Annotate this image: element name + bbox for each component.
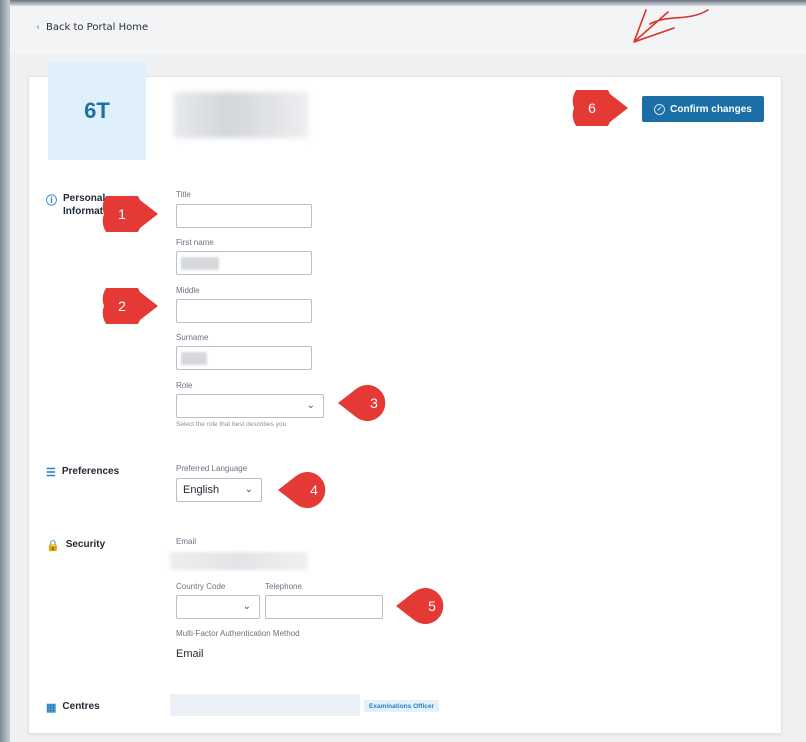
- annotation-marker-6: 6: [570, 90, 630, 126]
- annotation-number: 1: [118, 206, 126, 222]
- chevron-down-icon: ⌄: [306, 400, 315, 411]
- country-code-label: Country Code: [176, 582, 226, 591]
- chevron-left-icon: ‹: [36, 22, 40, 33]
- building-icon: ▦: [46, 702, 57, 714]
- back-to-portal-link[interactable]: ‹ Back to Portal Home: [36, 22, 148, 33]
- country-code-select[interactable]: ⌄: [176, 595, 260, 619]
- middle-label: Middle: [176, 286, 200, 295]
- preferred-language-label: Preferred Language: [176, 464, 248, 473]
- surname-input[interactable]: [176, 346, 312, 370]
- surname-label: Surname: [176, 333, 209, 342]
- profile-card: [28, 76, 782, 734]
- title-input[interactable]: [176, 204, 312, 228]
- window-frame-left: [0, 0, 10, 742]
- section-centres: ▦ Centres: [46, 701, 100, 714]
- back-link-label: Back to Portal Home: [46, 22, 149, 33]
- role-select[interactable]: ⌄: [176, 394, 324, 418]
- telephone-label: Telephone: [265, 582, 302, 591]
- chevron-down-icon: ⌄: [242, 601, 251, 612]
- confirm-changes-button[interactable]: ✓ Confirm changes: [642, 96, 764, 122]
- first-name-label: First name: [176, 238, 214, 247]
- profile-name-redacted: [174, 92, 308, 138]
- centre-name-redacted: [170, 694, 360, 716]
- role-hint: Select the role that best describes you: [176, 421, 287, 428]
- email-redacted: [170, 552, 308, 570]
- section-security-label: Security: [65, 539, 106, 550]
- annotation-marker-4: 4: [276, 472, 336, 508]
- section-centres-label: Centres: [62, 701, 100, 712]
- title-label: Title: [176, 190, 191, 199]
- annotation-marker-1: 1: [100, 196, 160, 232]
- section-security: 🔒 Security: [46, 539, 105, 552]
- mfa-label: Multi-Factor Authentication Method: [176, 629, 300, 638]
- annotation-number: 3: [370, 395, 378, 411]
- annotation-marker-3: 3: [336, 385, 396, 421]
- annotation-marker-2: 2: [100, 288, 160, 324]
- section-preferences: ☰ Preferences: [46, 466, 119, 479]
- annotation-number: 5: [428, 598, 436, 614]
- annotation-number: 4: [310, 482, 318, 498]
- profile-avatar: 6T: [48, 62, 146, 160]
- section-preferences-label: Preferences: [61, 466, 120, 477]
- info-circle-icon: ⓘ: [46, 195, 57, 207]
- surname-redacted: [181, 352, 207, 365]
- lock-icon: 🔒: [46, 540, 60, 552]
- middle-input[interactable]: [176, 299, 312, 323]
- annotation-marker-5: 5: [394, 588, 454, 624]
- check-circle-icon: ✓: [654, 103, 666, 115]
- annotation-number: 6: [588, 100, 596, 116]
- role-badge: Examinations Officer: [364, 700, 440, 712]
- preferred-language-value: English: [183, 484, 220, 496]
- chevron-down-icon: ⌄: [244, 484, 253, 495]
- preferred-language-select[interactable]: English ⌄: [176, 478, 262, 502]
- sliders-icon: ☰: [46, 467, 56, 479]
- avatar-initials: 6T: [84, 98, 110, 123]
- mfa-value: Email: [176, 648, 204, 660]
- confirm-changes-label: Confirm changes: [670, 103, 752, 115]
- telephone-input[interactable]: [265, 595, 383, 619]
- first-name-input[interactable]: [176, 251, 312, 275]
- annotation-number: 2: [118, 298, 126, 314]
- pen-arrow-annotation: [633, 9, 709, 43]
- role-label: Role: [176, 381, 193, 390]
- first-name-redacted: [181, 257, 219, 270]
- email-label: Email: [176, 537, 197, 546]
